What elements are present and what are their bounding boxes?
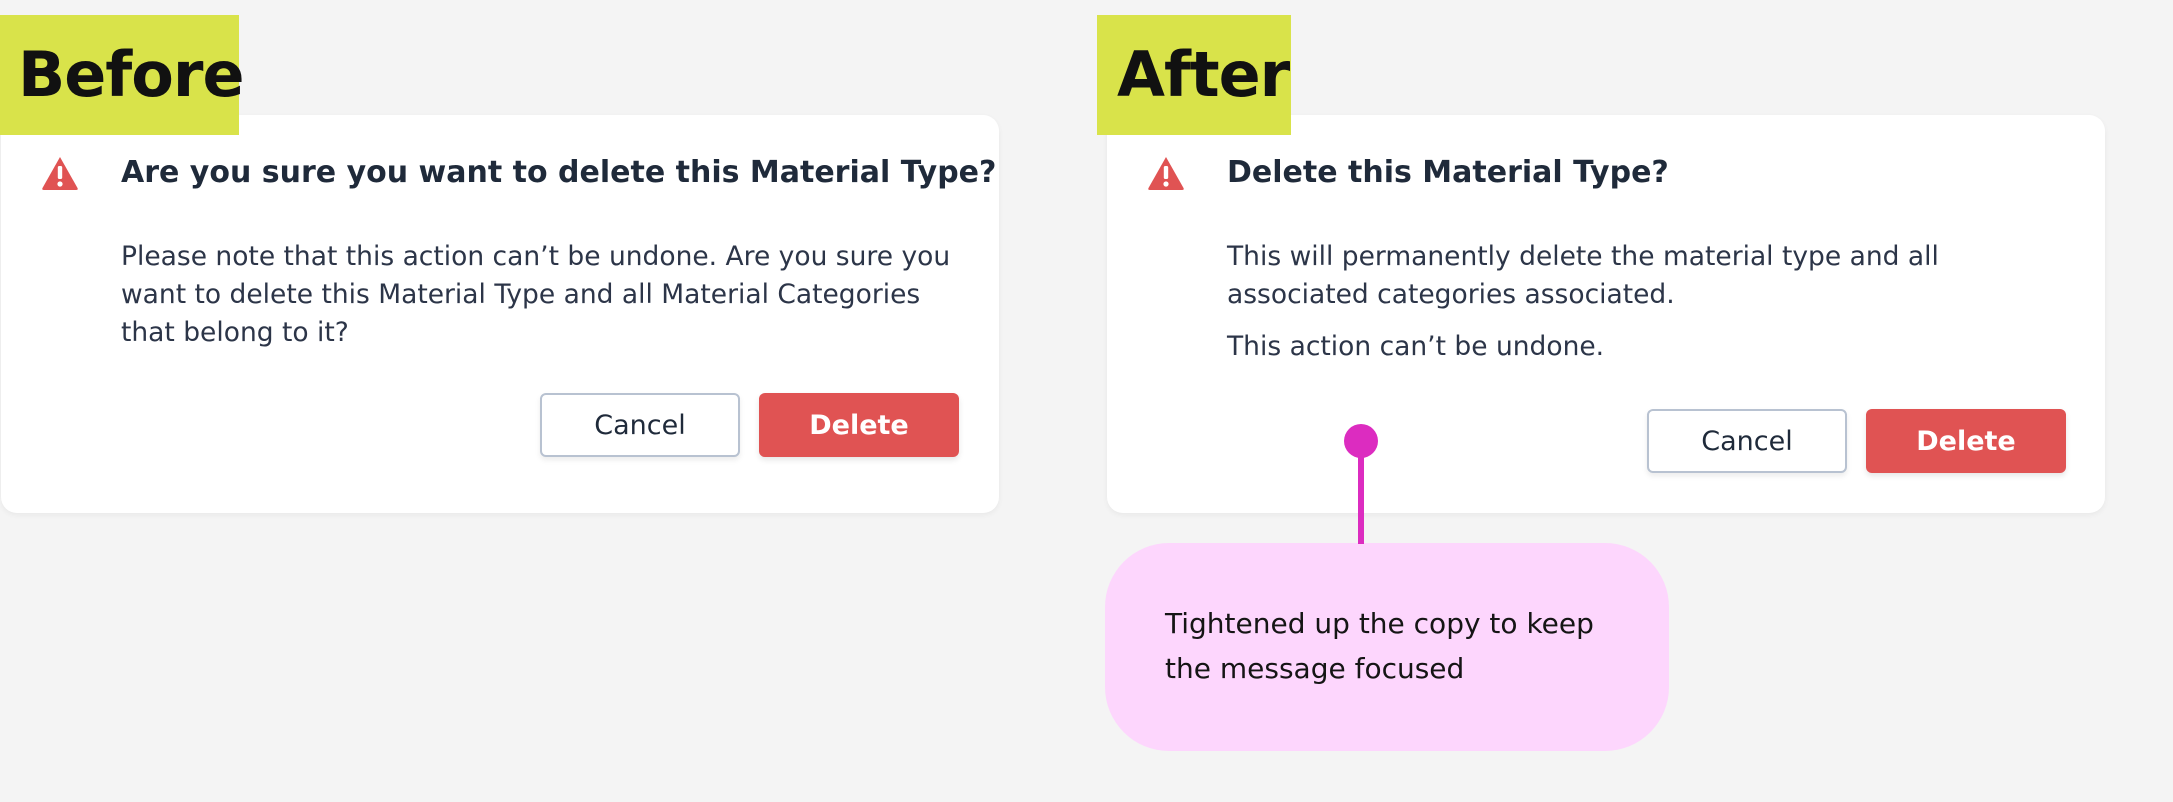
warning-triangle-icon [1147,155,1185,191]
delete-button[interactable]: Delete [759,393,959,457]
cancel-button[interactable]: Cancel [540,393,740,457]
annotation-callout: Tightened up the copy to keep the messag… [1105,543,1669,751]
dialog-message: This will permanently delete the materia… [1227,241,1939,310]
delete-confirm-dialog-before: Are you sure you want to delete this Mat… [1,115,999,513]
dialog-warning-note: This action can’t be undone. [1227,331,1605,362]
delete-button[interactable]: Delete [1866,409,2066,473]
after-label: After [1097,15,1291,135]
before-label: Before [0,15,245,135]
annotation-connector [1358,448,1364,544]
warning-triangle-icon [41,155,79,191]
dialog-title: Delete this Material Type? [1227,155,1669,190]
annotation-text: Tightened up the copy to keep the messag… [1165,607,1594,685]
dialog-body: Please note that this action can’t be un… [121,238,976,366]
dialog-title: Are you sure you want to delete this Mat… [121,155,997,190]
delete-confirm-dialog-after: Delete this Material Type? This will per… [1107,115,2105,513]
dialog-message: Please note that this action can’t be un… [121,241,951,348]
dialog-body: This will permanently delete the materia… [1227,238,2082,380]
cancel-button[interactable]: Cancel [1647,409,1847,473]
